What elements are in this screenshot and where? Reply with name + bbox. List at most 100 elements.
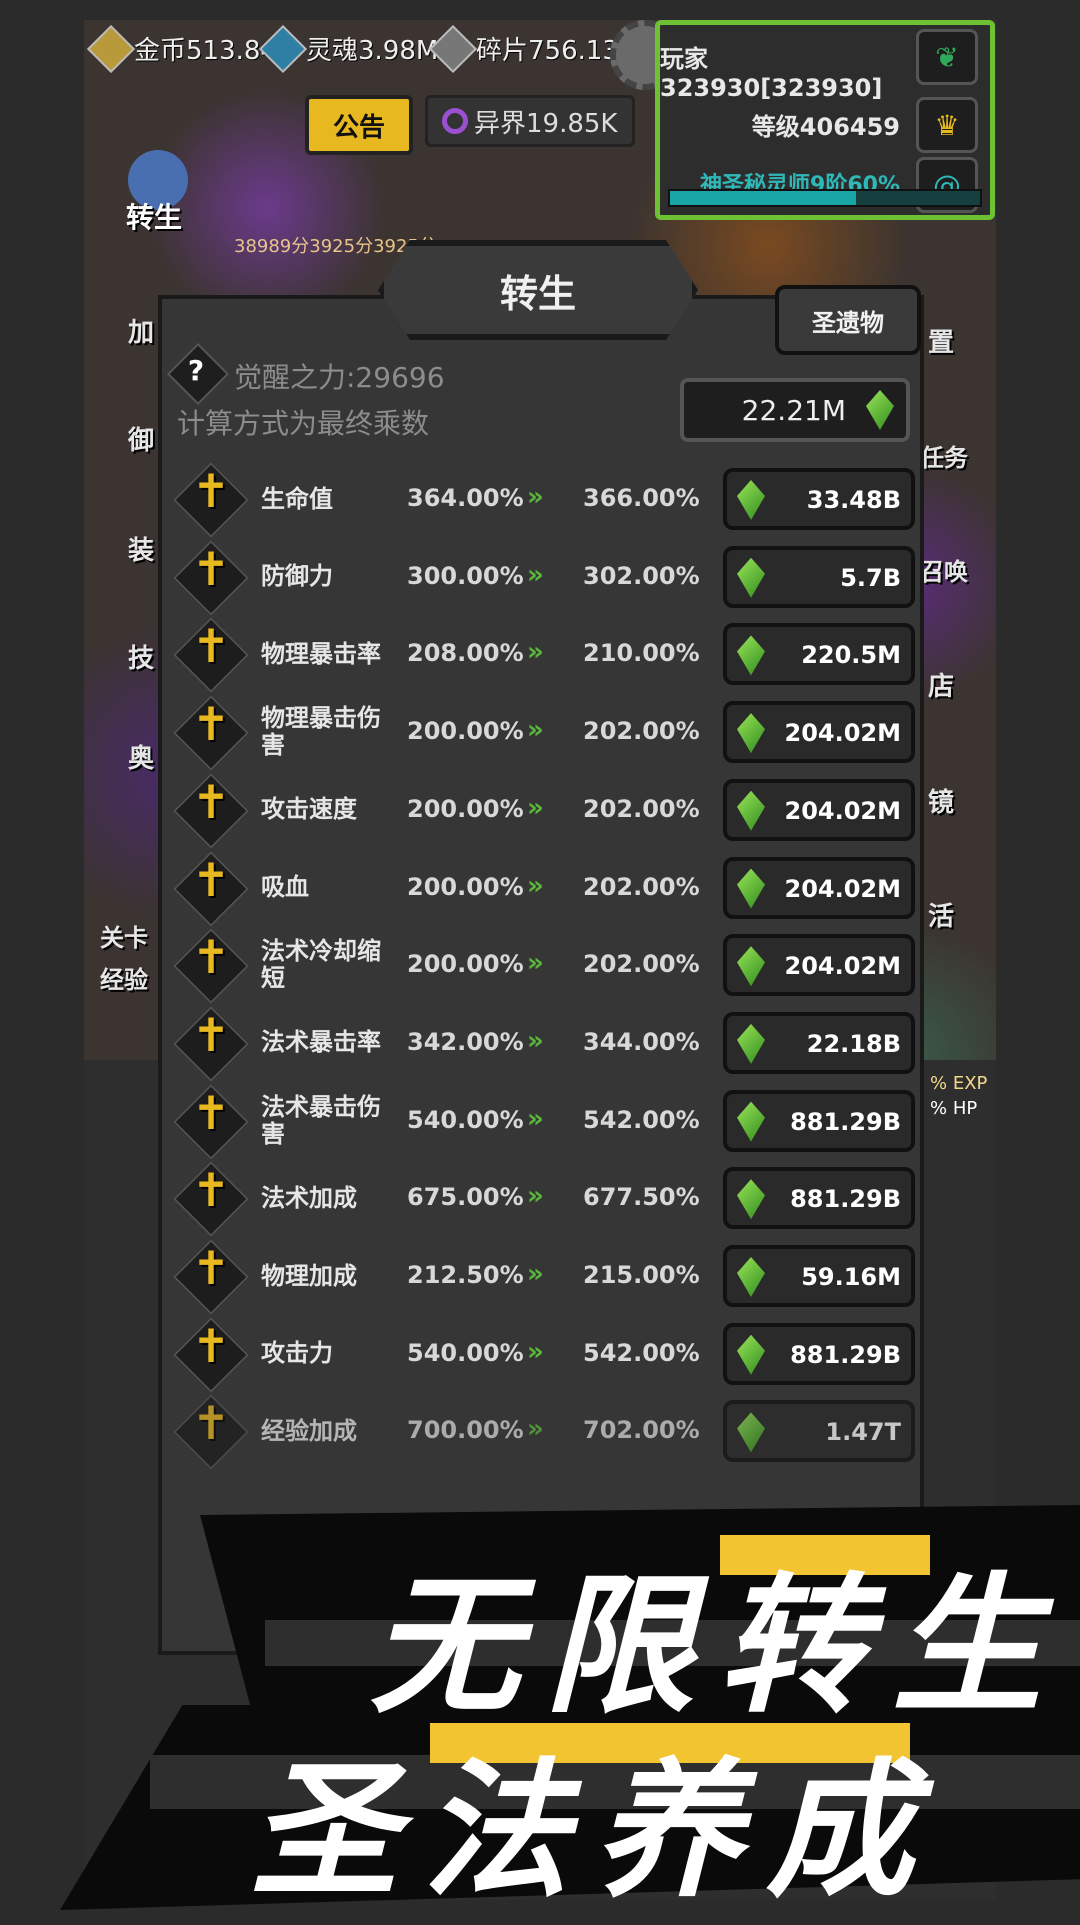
upgrade-cost: 1.47T [825,1418,901,1447]
side-tab-add[interactable]: 加 [128,312,154,349]
soul-value: 灵魂3.98M [306,36,439,66]
portal-swirl-icon [442,108,468,134]
stat-current: 675.00% [407,1183,524,1212]
upgrade-button[interactable]: 204.02M [723,778,915,841]
holy-cross-icon: ✝ [191,1007,231,1062]
side-tab-defense[interactable]: 御 [128,420,154,457]
other-world-resource[interactable]: 异界19.85K [425,95,635,147]
side-tab-skill[interactable]: 技 [128,638,154,675]
upgrade-button[interactable]: 881.29B [723,1167,915,1230]
gold-value: 金币513.84 [134,36,277,66]
double-arrow-icon: » [527,1103,544,1134]
crown-icon[interactable]: ♛ [916,97,978,153]
green-gem-icon [737,1179,765,1220]
side-tab-equip[interactable]: 装 [128,530,154,567]
holy-cross-icon: ✝ [191,1163,231,1218]
green-gem-icon [737,557,765,598]
upgrade-button[interactable]: 1.47T [723,1400,915,1463]
stat-row: ✝ 法术冷却缩短 200.00%» 202.00% 204.02M [173,928,920,1004]
upgrade-cost: 881.29B [790,1107,901,1136]
slogan-line-2: 圣法养成 [250,1745,938,1917]
stat-row: ✝ 攻击力 540.00%» 542.00% 881.29B [173,1317,920,1393]
double-arrow-icon: » [527,870,544,901]
stat-name: 法术冷却缩短 [261,937,381,993]
stat-next: 542.00% [583,1338,700,1367]
stat-name: 攻击速度 [261,795,357,824]
player-level: 等级406459 [751,113,900,141]
upgrade-button[interactable]: 5.7B [723,545,915,608]
upgrade-button[interactable]: 59.16M [723,1245,915,1307]
upgrade-button[interactable]: 204.02M [723,934,915,997]
double-arrow-icon: » [527,1259,544,1289]
holy-cross-icon: ✝ [191,852,231,907]
stat-name: 经验加成 [261,1416,357,1445]
green-gem-icon [866,390,894,430]
side-tab-shop[interactable]: 店 [928,666,954,703]
side-tab-mirror[interactable]: 镜 [928,782,954,819]
upgrade-button[interactable]: 220.5M [723,623,915,686]
hp-label: % HP [930,1098,978,1119]
stat-next: 366.00% [583,484,700,512]
stat-current: 342.00% [407,1027,524,1056]
upgrade-cost: 220.5M [801,641,901,670]
holy-cross-icon: ✝ [191,697,231,752]
exp-side-label: 经验 [100,966,148,994]
upgrade-button[interactable]: 881.29B [723,1322,915,1385]
side-tab-quest[interactable]: 任务 [920,438,968,473]
upgrade-cost: 204.02M [784,874,902,903]
upgrade-button[interactable]: 204.02M [723,856,915,919]
green-gem-icon [737,1257,765,1297]
double-arrow-icon: » [527,1336,544,1367]
soul-icon [258,24,308,73]
rebirth-shortcut-label[interactable]: 转生 [126,196,182,236]
double-arrow-icon: » [527,482,544,512]
fragment-resource: 碎片756.13 [428,24,619,73]
holy-cross-icon: ✝ [191,774,231,829]
upgrade-cost: 881.29B [790,1340,901,1369]
stat-row: ✝ 攻击速度 200.00%» 202.00% 204.02M [173,773,920,849]
holy-cross-icon: ✝ [191,1085,231,1140]
side-tab-arcane[interactable]: 奥 [128,738,154,775]
green-gem-icon [737,946,765,987]
upgrade-button[interactable]: 204.02M [723,701,915,764]
double-arrow-icon: » [527,1414,544,1445]
notice-button[interactable]: 公告 [305,95,413,155]
green-gem-icon [737,868,765,909]
side-tab-event[interactable]: 活 [928,896,954,933]
holy-cross-icon: ✝ [191,1318,231,1373]
double-arrow-icon: » [527,559,544,590]
double-arrow-icon: » [527,1025,544,1056]
upgrade-cost: 204.02M [784,796,902,825]
stat-current: 540.00% [407,1105,524,1134]
upgrade-button[interactable]: 881.29B [723,1089,915,1152]
stat-name: 法术暴击率 [261,1028,381,1057]
leaf-avatar-icon[interactable]: ❦ [916,29,978,85]
upgrade-button[interactable]: 22.18B [723,1011,915,1074]
fragment-value: 碎片756.13 [476,36,619,66]
stat-current: 300.00% [407,561,524,590]
help-mark[interactable]: ? [184,354,208,387]
relic-button[interactable]: 圣遗物 [775,285,921,355]
stat-name: 法术暴击伤害 [261,1092,381,1148]
double-arrow-icon: » [527,792,544,823]
rank-progress-fill [670,191,856,205]
upgrade-cost: 33.48B [806,486,901,514]
side-tab-summon[interactable]: 召唤 [920,552,968,587]
upgrade-cost: 59.16M [801,1263,901,1291]
stat-row: ✝ 法术加成 675.00%» 677.50% 881.29B [173,1161,920,1237]
upgrade-cost: 204.02M [784,952,902,981]
upgrade-button[interactable]: 33.48B [723,468,915,530]
side-tab-settings[interactable]: 置 [928,322,954,359]
holy-cross-icon: ✝ [191,1396,231,1451]
stat-next: 344.00% [583,1027,700,1056]
stat-row: ✝ 防御力 300.00%» 302.00% 5.7B [173,540,920,616]
stat-current: 200.00% [407,717,524,746]
stat-row: ✝ 物理暴击伤害 200.00%» 202.00% 204.02M [173,695,920,771]
exp-label: % EXP [930,1073,988,1094]
stat-next: 210.00% [583,639,700,668]
stat-name: 攻击力 [261,1339,333,1368]
stat-next: 202.00% [583,872,700,901]
stat-next: 215.00% [583,1261,700,1289]
player-name: 玩家323930[323930] [660,45,883,102]
stat-row: ✝ 生命值 364.00%» 366.00% 33.48B [173,462,920,538]
